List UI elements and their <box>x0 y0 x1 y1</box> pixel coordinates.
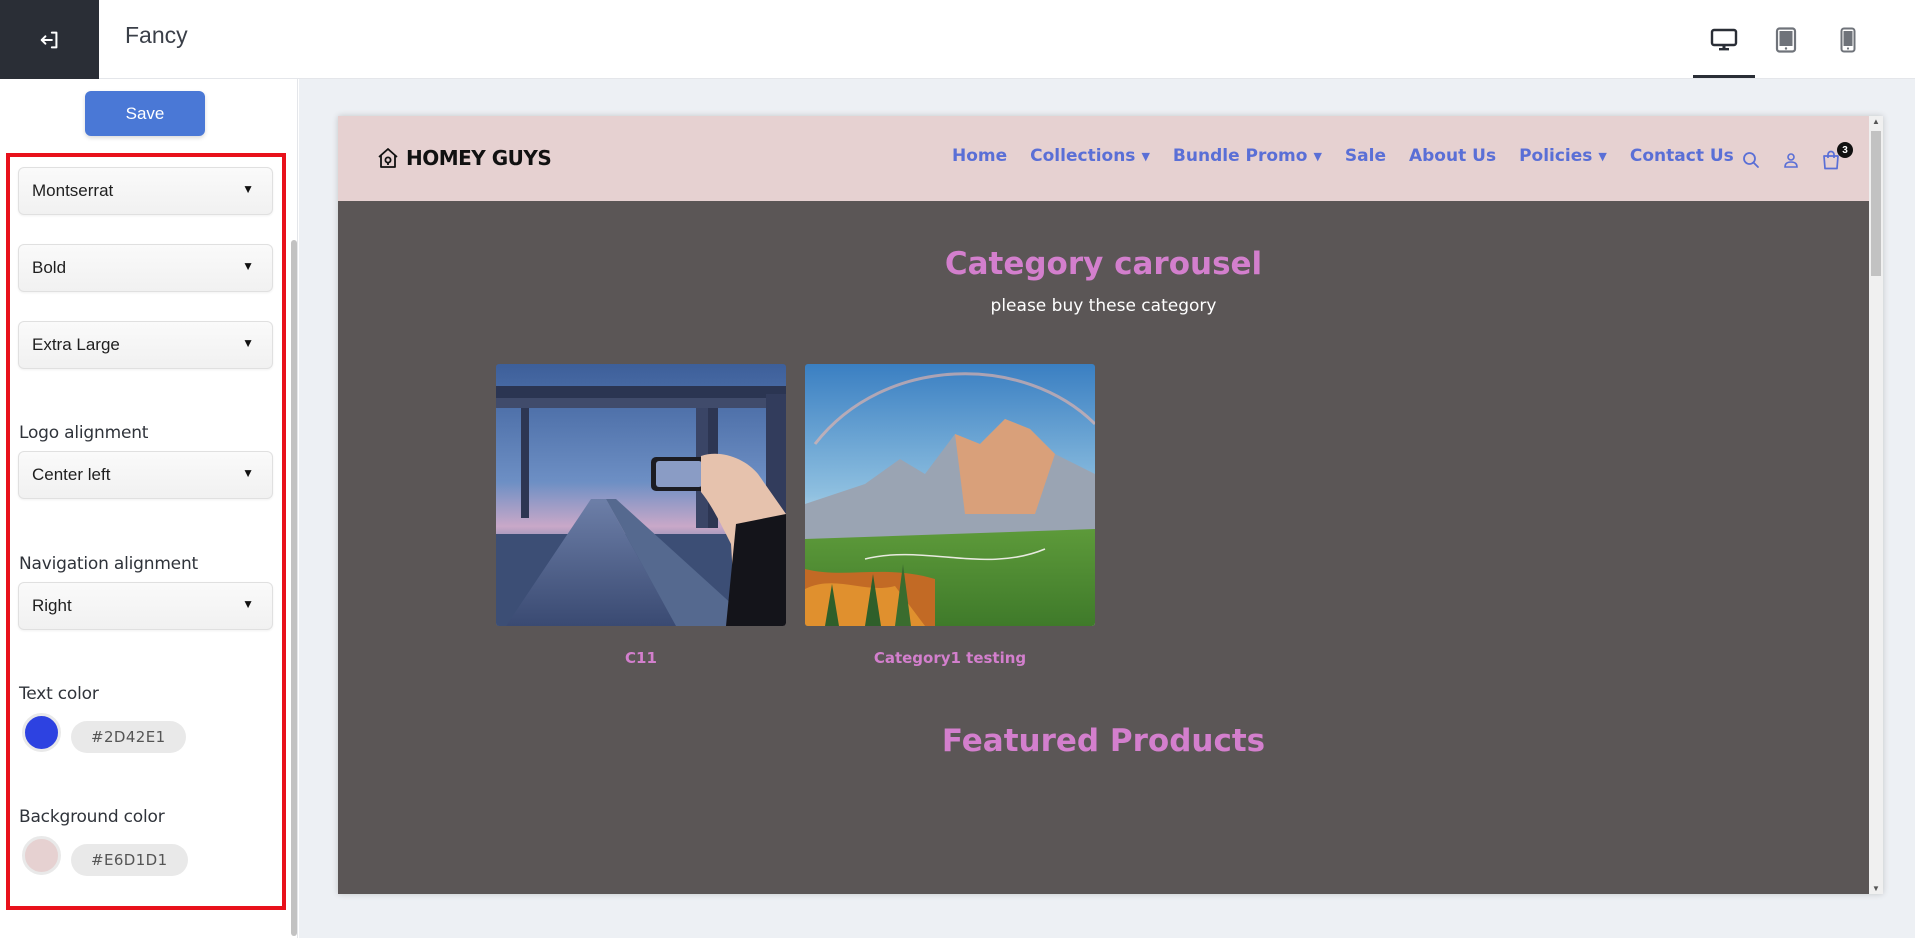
nav-item-contact-us[interactable]: Contact Us <box>1630 146 1734 166</box>
logo-alignment-value: Center left <box>32 465 111 484</box>
scroll-up-icon[interactable]: ▲ <box>1872 117 1880 126</box>
caret-down-icon: ▼ <box>242 259 254 273</box>
nav-label: Bundle Promo <box>1172 146 1308 166</box>
nav-label: Sale <box>1344 146 1386 166</box>
text-color-swatch[interactable] <box>22 713 61 752</box>
caret-down-icon: ▼ <box>242 597 254 611</box>
logo-text: HOMEY GUYS <box>406 146 552 170</box>
settings-sidebar: Save Montserrat ▼ Bold ▼ Extra Large ▼ L… <box>0 79 298 938</box>
category-name: C11 <box>625 649 657 667</box>
user-icon <box>1784 153 1798 168</box>
exit-button[interactable] <box>0 0 99 79</box>
tablet-icon <box>1775 26 1797 53</box>
nav-item-policies[interactable]: Policies ▼ <box>1519 146 1607 166</box>
nav-label: Contact Us <box>1629 146 1734 166</box>
cart-button[interactable]: 3 <box>1811 142 1853 172</box>
logo-alignment-select[interactable]: Center left ▼ <box>18 451 273 499</box>
font-family-select[interactable]: Montserrat ▼ <box>18 167 273 215</box>
background-color-label: Background color <box>19 807 165 827</box>
caret-down-icon: ▼ <box>1141 149 1150 163</box>
category-card-c11[interactable]: C11 <box>496 364 786 667</box>
carousel-subtitle: please buy these category <box>990 296 1217 316</box>
font-family-value: Montserrat <box>32 181 114 200</box>
background-color-swatch[interactable] <box>22 836 61 875</box>
search-button[interactable] <box>1731 148 1771 172</box>
device-switcher <box>1693 0 1915 79</box>
site-header: HOMEY GUYS Home Collections ▼ Bundle Prom… <box>338 116 1869 201</box>
font-weight-select[interactable]: Bold ▼ <box>18 244 273 292</box>
desktop-icon <box>1710 28 1738 50</box>
nav-label: Collections <box>1030 146 1136 166</box>
header-icons: 3 <box>1731 142 1853 172</box>
app-title: Fancy <box>125 22 188 48</box>
desktop-view-button[interactable] <box>1693 0 1755 79</box>
navigation-alignment-select[interactable]: Right ▼ <box>18 582 273 630</box>
tablet-view-button[interactable] <box>1755 0 1817 79</box>
caret-down-icon: ▼ <box>1313 149 1322 163</box>
caret-down-icon: ▼ <box>242 336 254 350</box>
text-color-label: Text color <box>19 684 99 704</box>
nav-item-bundle-promo[interactable]: Bundle Promo ▼ <box>1173 146 1322 166</box>
top-bar: Fancy <box>0 0 1915 79</box>
nav-item-about-us[interactable]: About Us <box>1409 146 1496 166</box>
scroll-down-icon[interactable]: ▼ <box>1872 884 1880 893</box>
category-image-mountain <box>805 364 1095 626</box>
sidebar-scrollbar[interactable] <box>291 240 297 936</box>
cart-count-badge: 3 <box>1837 142 1853 158</box>
account-button[interactable] <box>1771 148 1811 172</box>
text-color-hex-input[interactable]: #2D42E1 <box>71 721 186 753</box>
caret-down-icon: ▼ <box>1598 149 1607 163</box>
font-weight-value: Bold <box>32 258 67 277</box>
category-card-category1-testing[interactable]: Category1 testing <box>805 364 1095 667</box>
nav-item-collections[interactable]: Collections ▼ <box>1030 146 1150 166</box>
search-icon <box>1743 152 1759 168</box>
site-logo[interactable]: HOMEY GUYS <box>376 146 552 170</box>
site-preview-frame: HOMEY GUYS Home Collections ▼ Bundle Prom… <box>338 116 1883 894</box>
navigation-alignment-value: Right <box>32 596 72 615</box>
site-navigation: Home Collections ▼ Bundle Promo ▼ Sale Abo… <box>952 146 1757 166</box>
nav-label: About Us <box>1408 146 1497 166</box>
category-name: Category1 testing <box>873 649 1027 667</box>
logo-alignment-label: Logo alignment <box>19 423 149 443</box>
nav-item-home[interactable]: Home <box>952 146 1007 166</box>
nav-label: Policies <box>1519 146 1593 166</box>
save-button[interactable]: Save <box>85 91 205 136</box>
navigation-alignment-label: Navigation alignment <box>19 554 198 574</box>
preview-scrollbar[interactable]: ▲ ▼ <box>1869 116 1883 894</box>
featured-products-title: Featured Products <box>941 723 1266 759</box>
background-color-hex-input[interactable]: #E6D1D1 <box>71 844 188 876</box>
category-image-bridge <box>496 364 786 626</box>
carousel-title: Category carousel <box>944 246 1263 282</box>
font-size-value: Extra Large <box>32 335 120 354</box>
caret-down-icon: ▼ <box>242 466 254 480</box>
nav-item-sale[interactable]: Sale <box>1345 146 1386 166</box>
mobile-view-button[interactable] <box>1817 0 1879 79</box>
nav-label: Home <box>952 146 1008 166</box>
font-size-select[interactable]: Extra Large ▼ <box>18 321 273 369</box>
mobile-icon <box>1840 27 1856 52</box>
preview-scroll-thumb[interactable] <box>1871 131 1881 276</box>
caret-down-icon: ▼ <box>242 182 254 196</box>
exit-icon <box>40 31 57 48</box>
house-logo-icon <box>378 148 398 168</box>
